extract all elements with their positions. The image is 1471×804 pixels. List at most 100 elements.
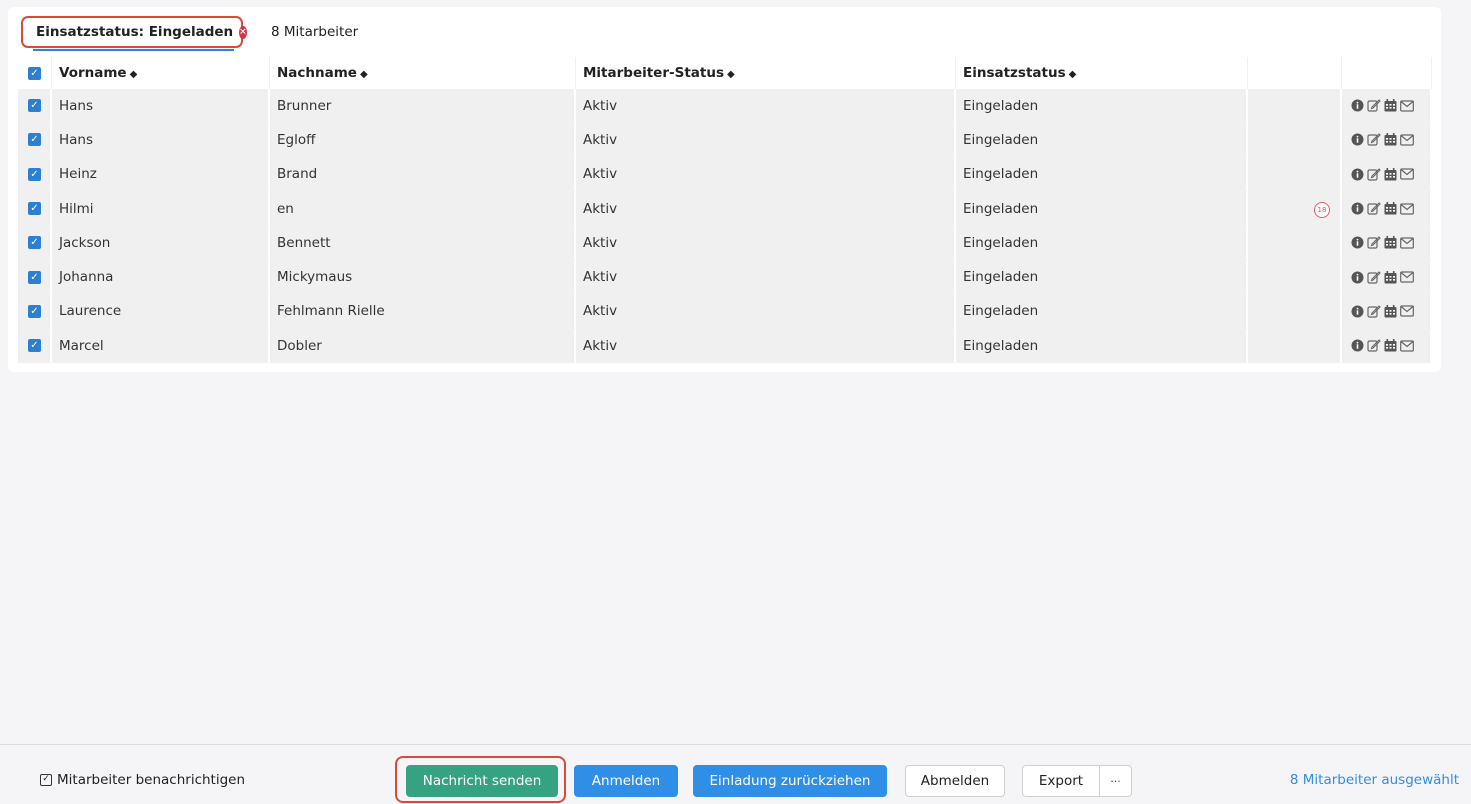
- actions-cell: [1342, 226, 1432, 261]
- table-row[interactable]: ✓ Hans Egloff Aktiv Eingeladen: [18, 123, 1432, 158]
- envelope-icon[interactable]: [1400, 134, 1414, 146]
- edit-icon[interactable]: [1367, 236, 1381, 249]
- table-row[interactable]: ✓ Hilmi en Aktiv Eingeladen 18: [18, 191, 1432, 227]
- lastname-cell: Fehlmann Rielle: [270, 294, 576, 330]
- calendar-icon[interactable]: [1384, 167, 1397, 181]
- edit-icon[interactable]: [1367, 202, 1381, 215]
- assignment-status-cell: Eingeladen: [956, 329, 1248, 364]
- active-filter-underline: [33, 49, 234, 51]
- row-checkbox[interactable]: ✓: [28, 304, 41, 318]
- actions-cell: [1342, 329, 1432, 364]
- table-row[interactable]: ✓ Laurence Fehlmann Rielle Aktiv Eingeladen: [18, 294, 1432, 330]
- selected-count-link[interactable]: 8 Mitarbeiter ausgewählt: [1290, 772, 1459, 788]
- notify-employees-toggle[interactable]: ✓ Mitarbeiter benachrichtigen: [40, 772, 245, 788]
- table-header-row: ✓ Vorname ◆ Nachname ◆ Mitarbeiter-Status ◆…: [18, 57, 1432, 89]
- row-actions: [1349, 133, 1430, 147]
- info-icon[interactable]: [1351, 271, 1364, 284]
- info-icon[interactable]: [1351, 99, 1364, 112]
- envelope-icon[interactable]: [1400, 202, 1414, 215]
- table-row[interactable]: ✓ Jackson Bennett Aktiv Eingeladen: [18, 226, 1432, 261]
- badge-cell: 18: [1248, 191, 1342, 227]
- table-row[interactable]: ✓ Marcel Dobler Aktiv Eingeladen: [18, 329, 1432, 364]
- row-select-cell: ✓: [18, 329, 52, 364]
- header-assignment-status-label: Einsatzstatus: [963, 65, 1066, 81]
- table-row[interactable]: ✓ Hans Brunner Aktiv Eingeladen: [18, 89, 1432, 124]
- row-select-cell: ✓: [18, 226, 52, 261]
- row-checkbox[interactable]: ✓: [28, 270, 41, 284]
- calendar-icon[interactable]: [1384, 339, 1397, 352]
- age-badge: 18: [1314, 201, 1330, 218]
- sort-icon[interactable]: ◆: [130, 69, 138, 80]
- info-icon[interactable]: [1351, 133, 1364, 146]
- table-row[interactable]: ✓ Johanna Mickymaus Aktiv Eingeladen: [18, 260, 1432, 295]
- assignment-status-cell: Eingeladen: [956, 89, 1248, 124]
- filter-tag[interactable]: Einsatzstatus: Eingeladen ×: [21, 16, 247, 48]
- more-options-button[interactable]: ···: [1099, 765, 1132, 797]
- employee-status-cell: Aktiv: [576, 157, 956, 192]
- edit-icon[interactable]: [1367, 99, 1381, 112]
- sort-icon[interactable]: ◆: [727, 69, 735, 80]
- header-badge: [1248, 57, 1342, 89]
- envelope-icon[interactable]: [1400, 168, 1414, 180]
- badge-cell: [1248, 329, 1342, 364]
- edit-icon[interactable]: [1367, 339, 1381, 352]
- row-checkbox[interactable]: ✓: [28, 202, 41, 216]
- header-firstname[interactable]: Vorname ◆: [52, 57, 270, 89]
- header-assignment-status[interactable]: Einsatzstatus ◆: [956, 57, 1248, 89]
- calendar-icon[interactable]: [1384, 202, 1397, 215]
- action-footer: ✓ Mitarbeiter benachrichtigen Nachricht …: [0, 744, 1471, 804]
- send-message-button[interactable]: Nachricht senden: [406, 765, 558, 797]
- register-button[interactable]: Anmelden: [574, 765, 678, 797]
- calendar-icon[interactable]: [1384, 236, 1397, 249]
- row-checkbox[interactable]: ✓: [28, 236, 41, 250]
- badge-cell: [1248, 157, 1342, 192]
- info-icon[interactable]: [1351, 305, 1364, 318]
- sort-icon[interactable]: ◆: [1069, 69, 1077, 80]
- lastname-cell: Brunner: [270, 89, 576, 124]
- info-icon[interactable]: [1351, 339, 1364, 352]
- firstname-cell: Heinz: [52, 157, 270, 192]
- envelope-icon[interactable]: [1400, 237, 1414, 249]
- assignment-status-cell: Eingeladen: [956, 157, 1248, 192]
- header-employee-status-label: Mitarbeiter-Status: [583, 65, 724, 81]
- assignment-status-cell: Eingeladen: [956, 226, 1248, 261]
- row-checkbox[interactable]: ✓: [28, 339, 41, 353]
- withdraw-invitation-button[interactable]: Einladung zurückziehen: [693, 765, 887, 797]
- info-icon[interactable]: [1351, 168, 1364, 181]
- edit-icon[interactable]: [1367, 167, 1381, 181]
- info-icon[interactable]: [1351, 236, 1364, 249]
- firstname-cell: Johanna: [52, 260, 270, 295]
- unregister-button[interactable]: Abmelden: [905, 765, 1005, 797]
- info-icon[interactable]: [1351, 202, 1364, 215]
- employee-status-cell: Aktiv: [576, 191, 956, 227]
- assignment-status-cell: Eingeladen: [956, 123, 1248, 158]
- envelope-icon[interactable]: [1400, 100, 1414, 112]
- employee-status-cell: Aktiv: [576, 123, 956, 158]
- assignment-status-cell: Eingeladen: [956, 294, 1248, 330]
- remove-filter-icon[interactable]: ×: [239, 25, 247, 39]
- notify-checkbox[interactable]: ✓: [40, 774, 52, 786]
- edit-icon[interactable]: [1367, 305, 1381, 318]
- firstname-cell: Hilmi: [52, 191, 270, 227]
- calendar-icon[interactable]: [1384, 270, 1397, 284]
- envelope-icon[interactable]: [1400, 305, 1414, 318]
- sort-icon[interactable]: ◆: [360, 69, 368, 80]
- calendar-icon[interactable]: [1384, 99, 1397, 112]
- edit-icon[interactable]: [1367, 133, 1381, 147]
- actions-cell: [1342, 123, 1432, 158]
- header-lastname[interactable]: Nachname ◆: [270, 57, 576, 89]
- row-checkbox[interactable]: ✓: [28, 167, 41, 181]
- row-checkbox[interactable]: ✓: [28, 99, 41, 113]
- calendar-icon[interactable]: [1384, 304, 1397, 318]
- lastname-cell: Bennett: [270, 226, 576, 261]
- envelope-icon[interactable]: [1400, 340, 1414, 352]
- select-all-checkbox[interactable]: ✓: [28, 66, 41, 80]
- header-employee-status[interactable]: Mitarbeiter-Status ◆: [576, 57, 956, 89]
- envelope-icon[interactable]: [1400, 271, 1414, 283]
- calendar-icon[interactable]: [1384, 133, 1397, 146]
- edit-icon[interactable]: [1367, 270, 1381, 284]
- row-checkbox[interactable]: ✓: [28, 133, 41, 147]
- table-row[interactable]: ✓ Heinz Brand Aktiv Eingeladen: [18, 157, 1432, 192]
- badge-cell: [1248, 123, 1342, 158]
- export-button[interactable]: Export: [1022, 765, 1100, 797]
